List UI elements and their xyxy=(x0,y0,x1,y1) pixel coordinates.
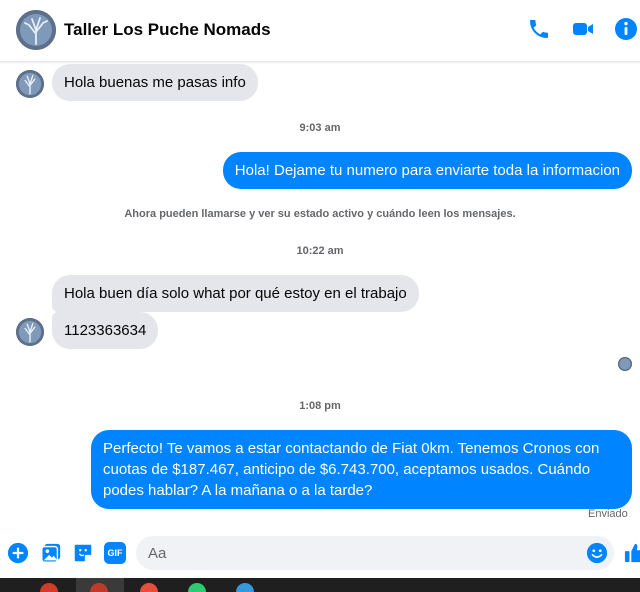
message-composer: GIF xyxy=(0,530,640,576)
taskbar-app-icon[interactable] xyxy=(188,583,206,592)
emoji-icon[interactable] xyxy=(586,542,608,564)
gif-icon[interactable]: GIF xyxy=(104,542,126,564)
conversation-title[interactable]: Taller Los Puche Nomads xyxy=(64,20,271,40)
taskbar-app-icon[interactable] xyxy=(236,583,254,592)
message-line: Perfecto! Te vamos a estar contactando d… xyxy=(103,440,600,457)
sticker-icon[interactable] xyxy=(72,542,94,564)
message-line: podes hablar? A la mañana o a la tarde? xyxy=(103,482,373,499)
conversation-header: Taller Los Puche Nomads xyxy=(0,0,640,62)
video-camera-icon[interactable] xyxy=(571,17,595,41)
image-icon[interactable] xyxy=(40,542,62,564)
system-notice: Ahora pueden llamarse y ver su estado ac… xyxy=(124,208,516,220)
incoming-message[interactable]: Hola buenas me pasas info xyxy=(52,64,258,101)
message-line: cuotas de $187.467, anticipo de $6.743.7… xyxy=(103,461,591,478)
info-icon[interactable] xyxy=(614,17,638,41)
os-taskbar xyxy=(0,578,640,592)
message-status: Enviado xyxy=(588,508,628,520)
thumbs-up-icon[interactable] xyxy=(624,541,640,565)
outgoing-message[interactable]: Hola! Dejame tu numero para enviarte tod… xyxy=(222,152,632,189)
timestamp: 1:08 pm xyxy=(299,400,341,412)
taskbar-app-icon[interactable] xyxy=(140,583,158,592)
incoming-message[interactable]: Hola buen día solo what por qué estoy en… xyxy=(52,275,419,312)
seen-indicator-avatar xyxy=(618,357,632,371)
tree-avatar-image xyxy=(16,318,44,346)
outgoing-message[interactable]: Perfecto! Te vamos a estar contactando d… xyxy=(91,430,632,509)
incoming-message[interactable]: 1123363634 xyxy=(52,312,159,349)
tree-avatar-image xyxy=(618,357,632,371)
tree-avatar-image xyxy=(16,10,56,50)
phone-icon[interactable] xyxy=(527,17,551,41)
message-input-wrapper xyxy=(136,536,614,570)
plus-icon[interactable] xyxy=(7,542,29,564)
tree-avatar-image xyxy=(16,70,44,98)
taskbar-app-icon[interactable] xyxy=(40,583,58,592)
timestamp: 10:22 am xyxy=(296,245,344,257)
contact-avatar[interactable] xyxy=(16,10,56,50)
sender-avatar[interactable] xyxy=(16,70,44,98)
timestamp: 9:03 am xyxy=(299,122,341,134)
sender-avatar[interactable] xyxy=(16,318,44,346)
message-input[interactable] xyxy=(136,536,576,570)
